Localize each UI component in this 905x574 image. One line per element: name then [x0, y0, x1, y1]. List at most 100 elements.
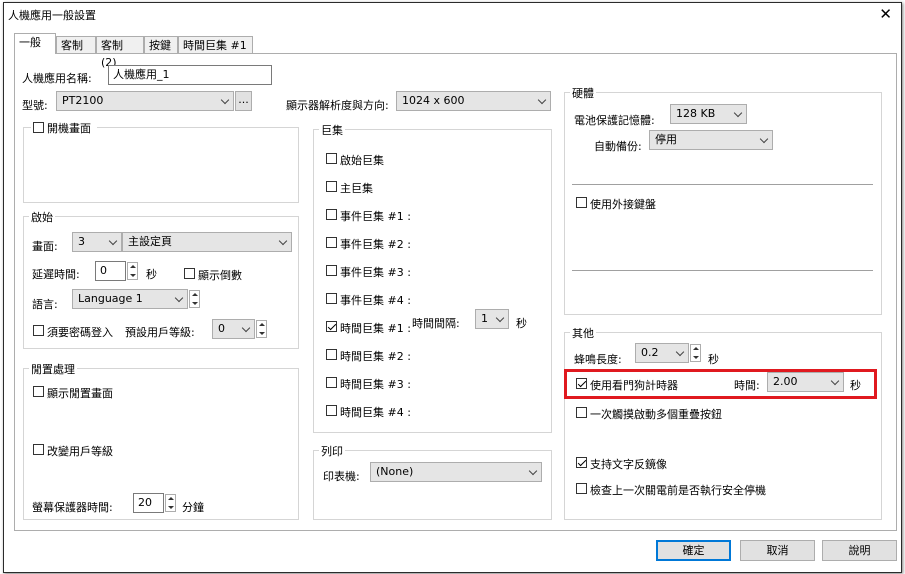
external-keyboard-checkbox[interactable]	[576, 197, 587, 208]
macro-label: 時間巨集 #1 :	[340, 322, 411, 335]
macro-label: 時間巨集 #4 :	[340, 406, 411, 419]
external-keyboard-label: 使用外接鍵盤	[590, 198, 656, 211]
tab-custom[interactable]: 客制	[56, 36, 96, 53]
screen-number-select[interactable]: 3	[72, 232, 122, 252]
hmi-name-input[interactable]: 人機應用_1	[108, 65, 272, 85]
tab-custom-2[interactable]: 客制 (2)	[96, 36, 144, 69]
tab-keys[interactable]: 按鍵	[144, 36, 178, 53]
tab-time-macro-1[interactable]: 時間巨集 #1	[178, 36, 253, 53]
macro-checkbox[interactable]	[326, 265, 337, 276]
macro-checkbox[interactable]	[326, 181, 337, 192]
divider	[572, 270, 873, 271]
dialog-window: 人機應用一般設置 ✕ 一般 客制 客制 (2) 按鍵 時間巨集 #1 人機應用名…	[3, 2, 902, 573]
model-select[interactable]: PT2100	[56, 91, 234, 111]
delay-input[interactable]: 0	[95, 261, 126, 281]
macro-label: 事件巨集 #3 :	[340, 266, 411, 279]
default-user-level-spinner[interactable]	[256, 320, 267, 338]
macro-checkbox[interactable]	[326, 349, 337, 360]
buzzer-select[interactable]: 0.2	[635, 343, 689, 363]
watchdog-time-unit: 秒	[850, 379, 861, 392]
watchdog-checkbox[interactable]	[576, 378, 587, 389]
safe-shutdown-label: 檢查上一次關電前是否執行安全停機	[590, 484, 766, 497]
default-user-level-select[interactable]: 0	[212, 319, 255, 339]
delay-spinner[interactable]	[127, 262, 138, 280]
macro-label: 事件巨集 #1 :	[340, 210, 411, 223]
ok-button[interactable]: 確定	[656, 540, 731, 561]
macro-checkbox[interactable]	[326, 321, 337, 332]
macro-label: 事件巨集 #2 :	[340, 238, 411, 251]
chevron-down-icon	[241, 323, 251, 333]
change-user-level-label: 改變用戶等級	[47, 445, 113, 458]
buzzer-unit: 秒	[708, 353, 719, 366]
watchdog-time-select[interactable]: 2.00	[767, 372, 844, 392]
window-title: 人機應用一般設置	[8, 9, 96, 22]
chevron-down-icon	[675, 347, 685, 357]
macro-checkbox[interactable]	[326, 377, 337, 388]
interval-unit: 秒	[516, 317, 527, 330]
tab-label: 一般	[19, 36, 41, 49]
buzzer-spinner[interactable]	[690, 344, 701, 362]
safe-shutdown-checkbox[interactable]	[576, 483, 587, 494]
watchdog-time-label: 時間:	[734, 379, 760, 392]
screen-label: 畫面:	[32, 240, 58, 253]
buzzer-value: 0.2	[641, 346, 659, 359]
chevron-down-icon	[830, 376, 840, 386]
battery-memory-label: 電池保護記憶體:	[574, 114, 655, 127]
multi-touch-checkbox[interactable]	[576, 407, 587, 418]
show-idle-screen-label: 顯示閒置畫面	[47, 387, 113, 400]
language-value: Language 1	[78, 292, 143, 305]
macro-label: 啟始巨集	[340, 154, 384, 167]
auto-backup-label: 自動備份:	[594, 140, 642, 153]
tab-label: 時間巨集 #1	[183, 39, 247, 52]
chevron-down-icon	[108, 236, 118, 246]
language-label: 語言:	[32, 298, 58, 311]
resolution-select[interactable]: 1024 x 600	[396, 91, 551, 111]
macro-checkbox[interactable]	[326, 405, 337, 416]
chevron-down-icon	[759, 134, 769, 144]
screensaver-spinner[interactable]	[165, 494, 176, 512]
show-countdown-checkbox[interactable]	[184, 268, 195, 279]
macro-checkbox[interactable]	[326, 237, 337, 248]
change-user-level-checkbox[interactable]	[33, 444, 44, 455]
print-group-title: 列印	[319, 443, 345, 459]
interval-label: 時間間隔:	[412, 317, 460, 330]
startup-screen-label: 開機畫面	[47, 122, 91, 135]
help-button[interactable]: 說明	[822, 540, 897, 561]
startup-screen-header: 開機畫面	[31, 120, 97, 135]
screensaver-unit: 分鐘	[182, 501, 204, 514]
text-mirror-checkbox[interactable]	[576, 457, 587, 468]
startup-screen-checkbox[interactable]	[33, 122, 44, 133]
default-user-level-label: 預設用戶等級:	[125, 326, 195, 339]
require-password-checkbox[interactable]	[33, 325, 44, 336]
language-select[interactable]: Language 1	[72, 289, 188, 309]
interval-select[interactable]: 1	[475, 309, 509, 329]
tab-general[interactable]: 一般	[14, 33, 56, 54]
cancel-button[interactable]: 取消	[740, 540, 815, 561]
auto-backup-select[interactable]: 停用	[649, 130, 773, 150]
auto-backup-value: 停用	[655, 133, 677, 146]
screen-name-select[interactable]: 主設定頁	[122, 232, 292, 252]
chevron-down-icon	[278, 236, 288, 246]
model-browse-button[interactable]: ...	[235, 91, 252, 111]
model-value: PT2100	[62, 94, 104, 107]
require-password-label: 須要密碼登入	[47, 326, 113, 339]
printer-select[interactable]: (None)	[370, 462, 542, 482]
chevron-down-icon	[495, 313, 505, 323]
screensaver-input[interactable]: 20	[133, 493, 164, 513]
close-icon[interactable]: ✕	[879, 4, 892, 24]
show-idle-screen-checkbox[interactable]	[33, 386, 44, 397]
macro-checkbox[interactable]	[326, 209, 337, 220]
startup-group-title: 啟始	[29, 209, 55, 225]
divider	[572, 184, 873, 185]
screen-name-value: 主設定頁	[128, 235, 172, 248]
macro-checkbox[interactable]	[326, 153, 337, 164]
language-spinner[interactable]	[189, 290, 200, 308]
hardware-group-title: 硬體	[570, 85, 596, 101]
watchdog-time-value: 2.00	[773, 375, 798, 388]
delay-unit: 秒	[146, 268, 157, 281]
delay-label: 延遲時間:	[32, 268, 80, 281]
buzzer-label: 蜂鳴長度:	[574, 353, 622, 366]
battery-memory-select[interactable]: 128 KB	[670, 104, 747, 124]
chevron-down-icon	[220, 95, 230, 105]
macro-checkbox[interactable]	[326, 293, 337, 304]
